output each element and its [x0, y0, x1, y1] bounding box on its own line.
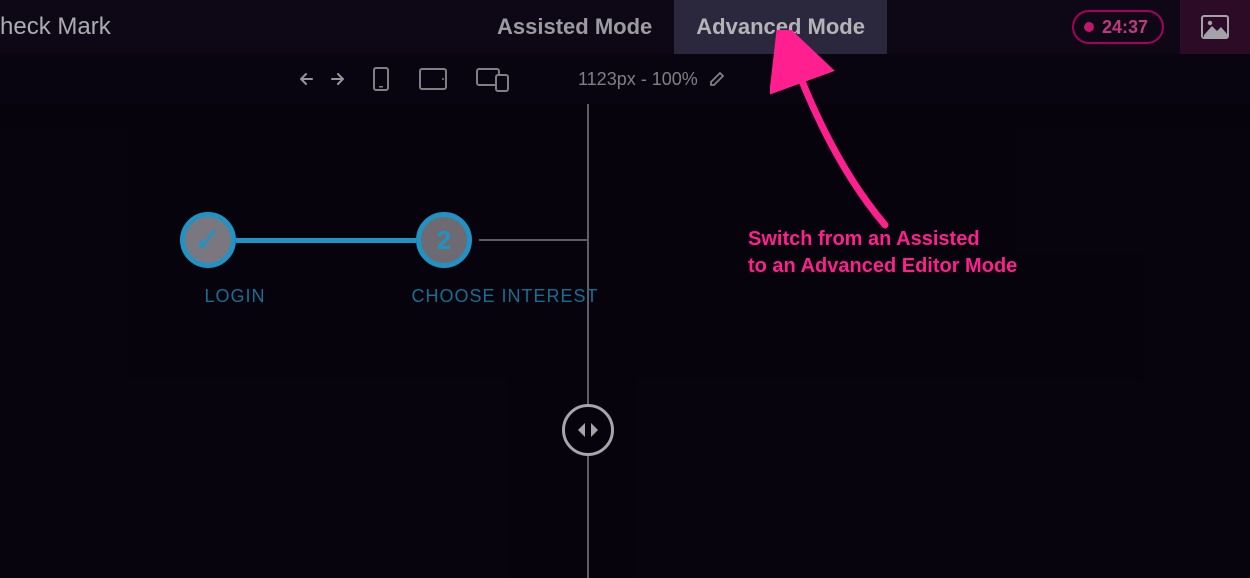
- step-connector: [236, 238, 416, 243]
- tablet-viewport-button[interactable]: [418, 67, 448, 91]
- step-1-circle[interactable]: ✓: [180, 212, 236, 268]
- responsive-viewport-button[interactable]: [476, 66, 510, 92]
- step-2-circle[interactable]: 2: [416, 212, 472, 268]
- progress-stepper: ✓ 2: [180, 212, 472, 268]
- page-title: heck Mark: [0, 0, 111, 54]
- edit-viewport-button[interactable]: [708, 70, 726, 88]
- checkmark-icon: ✓: [194, 220, 223, 260]
- viewport-size-label: 1123px - 100%: [578, 69, 698, 90]
- editor-canvas[interactable]: ✓ 2 LOGIN CHOOSE INTEREST: [0, 104, 1250, 578]
- redo-arrow-icon[interactable]: [324, 70, 344, 88]
- step-2-number: 2: [437, 225, 451, 256]
- undo-arrow-icon[interactable]: [300, 70, 320, 88]
- tab-assisted-mode[interactable]: Assisted Mode: [475, 0, 674, 54]
- top-bar: heck Mark Assisted Mode Advanced Mode 24…: [0, 0, 1250, 54]
- image-panel-button[interactable]: [1180, 0, 1250, 54]
- resize-horizontal-icon: [575, 420, 601, 440]
- timer-value: 24:37: [1102, 17, 1148, 38]
- viewport-toolbar: 1123px - 100%: [0, 54, 1250, 104]
- tab-advanced-mode[interactable]: Advanced Mode: [674, 0, 887, 54]
- annotation-line-2: to an Advanced Editor Mode: [748, 253, 1017, 280]
- mobile-viewport-button[interactable]: [372, 66, 390, 92]
- record-dot-icon: [1084, 22, 1094, 32]
- step-labels: LOGIN CHOOSE INTEREST: [180, 286, 615, 307]
- mode-tabs: Assisted Mode Advanced Mode: [475, 0, 887, 54]
- step-1-label: LOGIN: [180, 286, 290, 307]
- step-2-label: CHOOSE INTEREST: [395, 286, 615, 307]
- annotation-text: Switch from an Assisted to an Advanced E…: [748, 226, 1017, 280]
- connector-guide-line: [479, 239, 587, 241]
- column-resize-handle[interactable]: [562, 404, 614, 456]
- center-guide-line: [587, 104, 589, 578]
- recording-timer[interactable]: 24:37: [1072, 10, 1164, 44]
- annotation-line-1: Switch from an Assisted: [748, 226, 1017, 253]
- image-icon: [1201, 15, 1229, 39]
